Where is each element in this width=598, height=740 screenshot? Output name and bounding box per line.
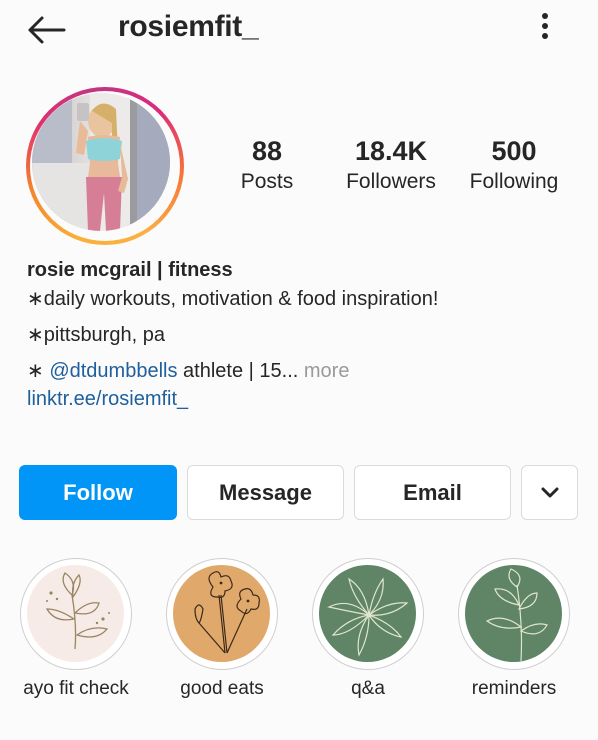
more-vertical-icon (542, 13, 548, 39)
bio-line-2: ∗pittsburgh, pa (27, 324, 165, 346)
following-label: Following (469, 170, 559, 193)
posts-count: 88 (251, 136, 283, 166)
follow-button[interactable]: Follow (19, 465, 177, 520)
leafy-branch-icon (485, 568, 548, 662)
flowers-icon (194, 571, 260, 654)
highlight-label: ayo fit check (23, 678, 129, 699)
followers-label: Followers (346, 170, 436, 193)
followers-count: 18.4K (354, 136, 428, 166)
highlight-label: q&a (351, 678, 385, 699)
profile-bio: rosie mcgrail | fitness ∗daily workouts,… (27, 256, 587, 413)
stat-following[interactable]: 500 Following (460, 135, 568, 197)
display-name: rosie mcgrail | fitness (27, 259, 233, 281)
profile-username: rosiemfit_ (118, 10, 259, 43)
leaf-sprig-icon (45, 572, 110, 650)
suggested-accounts-button[interactable] (521, 465, 578, 520)
bio-line-3: ∗ @dtdumbbells athlete | 15... more (27, 357, 587, 385)
bio-bullet: ∗ (27, 360, 50, 382)
top-bar: rosiemfit_ (0, 0, 598, 60)
highlight-label: good eats (180, 678, 264, 699)
following-count: 500 (491, 136, 537, 166)
highlight-qa[interactable]: q&a (310, 558, 426, 700)
arrow-left-icon (28, 16, 66, 44)
highlight-good-eats[interactable]: good eats (164, 558, 280, 700)
palm-leaf-icon (327, 577, 409, 657)
more-options-button[interactable] (530, 10, 560, 46)
message-button[interactable]: Message (187, 465, 344, 520)
email-button[interactable]: Email (354, 465, 511, 520)
website-link[interactable]: linktr.ee/rosiemfit_ (27, 385, 587, 413)
chevron-down-icon (541, 487, 558, 497)
profile-stats: 88 Posts 18.4K Followers 500 Following (0, 135, 598, 205)
mention-link[interactable]: @dtdumbbells (49, 360, 177, 382)
more-link[interactable]: more (298, 360, 350, 382)
highlight-reminders[interactable]: reminders (456, 558, 572, 700)
stat-posts[interactable]: 88 Posts (228, 135, 306, 197)
posts-label: Posts (240, 170, 294, 193)
highlight-ayo-fit-check[interactable]: ayo fit check (18, 558, 134, 700)
bio-text: athlete | 15... (177, 360, 299, 382)
bio-line-1: ∗daily workouts, motivation & food inspi… (27, 288, 439, 310)
stat-followers[interactable]: 18.4K Followers (336, 135, 446, 197)
highlight-label: reminders (471, 678, 557, 699)
back-button[interactable] (24, 12, 68, 48)
